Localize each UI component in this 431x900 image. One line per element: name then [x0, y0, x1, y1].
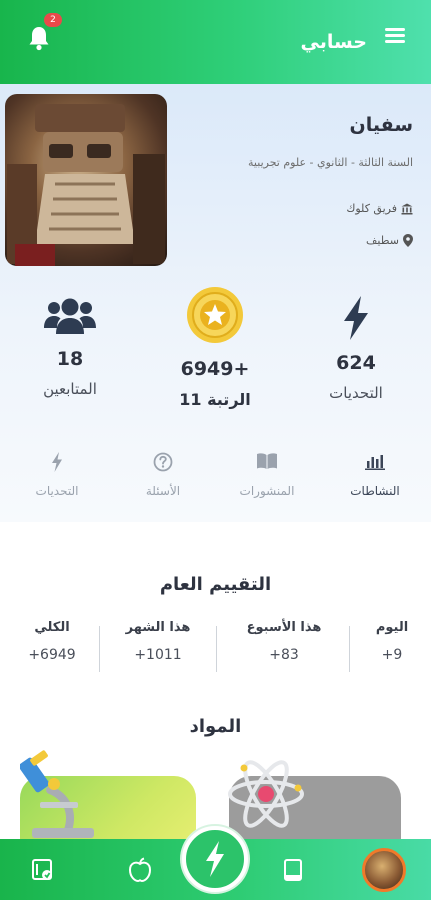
tab-activities[interactable]: النشاطات — [330, 452, 420, 498]
challenges-count: 624 — [336, 352, 376, 374]
profile-card: سفيان السنة الثالثة - الثانوي - علوم تجر… — [0, 84, 431, 522]
rating-month-value: +1011 — [134, 647, 182, 663]
profile-city: سطيف — [366, 234, 413, 247]
nav-challenge-button[interactable] — [182, 826, 248, 892]
page-title: حسابي — [300, 31, 367, 53]
question-icon — [153, 452, 173, 472]
rating-week: هذا الأسبوع +83 — [228, 620, 340, 663]
nav-apple[interactable] — [125, 855, 155, 885]
bolt-icon — [344, 296, 368, 340]
bolt-icon — [206, 841, 224, 877]
points-total: +6949 — [180, 358, 250, 380]
subjects-title: المواد — [189, 716, 242, 737]
rating-today-label: اليوم — [375, 620, 409, 635]
users-group-icon — [44, 298, 96, 334]
menu-icon[interactable] — [385, 28, 405, 43]
book-icon — [257, 453, 277, 469]
microscope-icon — [20, 750, 94, 838]
divider — [216, 626, 217, 672]
book-badge-icon — [32, 859, 52, 880]
rating-title: التقييم العام — [159, 574, 272, 595]
stat-followers[interactable]: 18 المتابعين — [10, 298, 130, 398]
followers-label: المتابعين — [43, 380, 97, 398]
divider — [99, 626, 100, 672]
tab-label: التحديات — [35, 484, 79, 498]
profile-name: سفيان — [349, 114, 413, 136]
tab-label: المنشورات — [239, 484, 295, 498]
rating-total-value: +6949 — [28, 647, 76, 663]
challenges-label: التحديات — [329, 384, 383, 402]
nav-notebook[interactable] — [278, 855, 308, 885]
tab-challenges[interactable]: التحديات — [12, 452, 102, 498]
rating-today-value: +9 — [381, 647, 403, 663]
nav-profile-avatar[interactable] — [362, 848, 406, 892]
stat-challenges[interactable]: 624 التحديات — [296, 296, 416, 402]
nav-library[interactable] — [28, 855, 58, 885]
city-name: سطيف — [366, 234, 399, 247]
rating-total-label: الكلي — [34, 620, 70, 635]
bar-chart-icon — [365, 455, 385, 470]
profile-team: فريق كلوك — [346, 202, 413, 215]
tab-questions[interactable]: الأسئلة — [118, 452, 208, 498]
rating-today: اليوم +9 — [362, 620, 422, 663]
institution-icon — [401, 203, 413, 214]
atom-icon — [228, 760, 304, 828]
app-header: 2 حسابي — [0, 0, 431, 84]
medal-star-icon — [187, 287, 243, 343]
rating-week-value: +83 — [269, 647, 299, 663]
team-name: فريق كلوك — [346, 202, 397, 215]
profile-grade: السنة الثالثة - الثانوي - علوم تجريبية — [248, 156, 413, 169]
bolt-icon — [52, 452, 62, 472]
rating-total: الكلي +6949 — [14, 620, 90, 663]
stat-rank[interactable]: +6949 الرتبة 11 — [155, 286, 275, 409]
rating-week-label: هذا الأسبوع — [246, 620, 322, 635]
divider — [349, 626, 350, 672]
location-pin-icon — [403, 234, 413, 247]
tab-label: النشاطات — [350, 484, 400, 498]
rank-label: الرتبة 11 — [179, 390, 251, 409]
followers-count: 18 — [56, 348, 84, 370]
rating-month: هذا الشهر +1011 — [108, 620, 208, 663]
tab-posts[interactable]: المنشورات — [222, 452, 312, 498]
bell-icon[interactable] — [27, 25, 51, 51]
profile-avatar[interactable] — [5, 94, 167, 266]
notification-badge: 2 — [44, 13, 62, 27]
tab-label: الأسئلة — [145, 484, 181, 498]
profile-tabs: النشاطات المنشورات الأسئلة التحديات — [0, 452, 431, 512]
rating-row: اليوم +9 هذا الأسبوع +83 هذا الشهر +1011… — [0, 620, 431, 676]
apple-icon — [128, 857, 152, 883]
rating-month-label: هذا الشهر — [125, 620, 191, 635]
notebook-icon — [284, 859, 302, 881]
